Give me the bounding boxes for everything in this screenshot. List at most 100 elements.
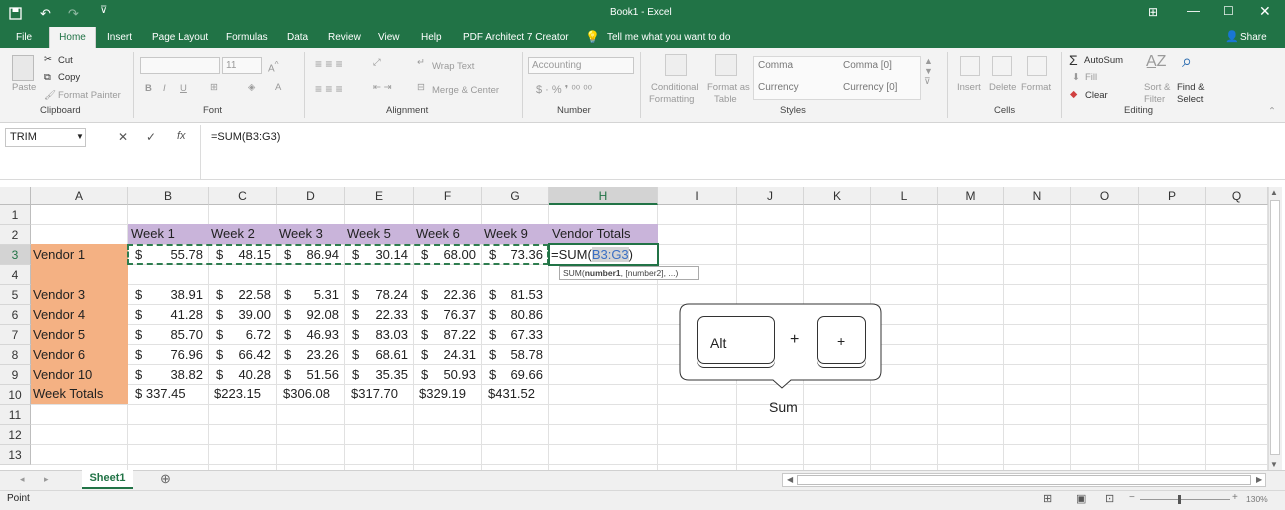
column-header-k[interactable]: K [804,187,871,205]
column-header-d[interactable]: D [277,187,345,205]
font-name-box[interactable] [140,57,220,74]
column-header-m[interactable]: M [938,187,1004,205]
vendor-label[interactable]: Vendor 4 [33,305,85,325]
tab-formulas[interactable]: Formulas [226,27,268,48]
data-cell[interactable]: $67.33 [482,325,549,345]
row-header-3[interactable]: 3 [0,245,31,265]
data-cell[interactable]: $76.37 [414,305,482,325]
close-icon[interactable]: ✕ [1259,3,1271,20]
column-header-a[interactable]: A [31,187,128,205]
header-week-2[interactable]: Week 2 [211,224,255,244]
format-cells-button[interactable]: Format [1021,82,1051,93]
data-cell[interactable]: $80.86 [482,305,549,325]
total-cell-c[interactable]: $223.15 [214,384,261,404]
insert-cells-icon[interactable] [960,56,980,76]
data-cell[interactable]: $39.00 [209,305,277,325]
data-cell[interactable]: $50.93 [414,365,482,385]
sort-filter-icon[interactable]: A̲Z [1146,53,1166,71]
vendor-label[interactable]: Vendor 3 [33,285,85,305]
data-cell[interactable]: $69.66 [482,365,549,385]
insert-cells-button[interactable]: Insert [957,82,981,93]
row-header-6[interactable]: 6 [0,305,31,325]
total-cell-g[interactable]: $431.52 [488,384,535,404]
column-header-q[interactable]: Q [1206,187,1268,205]
tab-file[interactable]: File [16,27,32,48]
data-cell[interactable]: $83.03 [345,325,414,345]
data-cell[interactable]: $85.70 [128,325,209,345]
data-cell[interactable]: $22.58 [209,285,277,305]
number-format-box[interactable]: Accounting [528,57,634,74]
style-comma-0[interactable]: Comma [0] [843,60,892,71]
scroll-left-icon[interactable]: ◀ [787,475,793,484]
new-sheet-icon[interactable]: ⊕ [160,471,171,487]
header-week-5[interactable]: Week 5 [347,224,391,244]
column-header-i[interactable]: I [658,187,737,205]
cancel-icon[interactable]: ✕ [118,130,128,144]
header-week-1[interactable]: Week 1 [131,224,175,244]
undo-icon[interactable]: ↶ [40,6,51,22]
data-cell[interactable]: $58.78 [482,345,549,365]
row-header-10[interactable]: 10 [0,385,31,405]
merge-center-button[interactable]: Merge & Center [432,85,499,96]
paste-button[interactable]: Paste [12,82,36,93]
bold-button[interactable]: B [145,83,152,94]
borders-icon[interactable]: ⊞ [210,82,218,93]
fill-color-icon[interactable]: ◈ [248,82,255,93]
row-header-1[interactable]: 1 [0,205,31,225]
vertical-scroll-thumb[interactable] [1270,200,1280,455]
header-week-6[interactable]: Week 6 [416,224,460,244]
style-comma[interactable]: Comma [758,60,793,71]
header-vendor-totals[interactable]: Vendor Totals [552,224,631,244]
italic-button[interactable]: I [163,83,166,94]
data-cell[interactable]: $68.61 [345,345,414,365]
data-cell[interactable]: $24.31 [414,345,482,365]
clear-button[interactable]: Clear [1085,90,1108,101]
redo-icon[interactable]: ↷ [68,6,79,22]
wrap-text-icon[interactable]: ↵ [417,57,425,68]
fill-button[interactable]: Fill [1085,72,1097,83]
horizontal-scroll-thumb[interactable] [797,475,1251,485]
paste-icon[interactable] [12,55,34,81]
column-header-c[interactable]: C [209,187,277,205]
zoom-level[interactable]: 130% [1246,494,1268,504]
zoom-out-icon[interactable]: − [1129,492,1135,503]
data-cell[interactable]: $38.82 [128,365,209,385]
scroll-up-icon[interactable]: ▲ [1270,188,1278,197]
page-break-view-icon[interactable]: ⊡ [1105,492,1114,505]
total-cell-b[interactable]: $ 337.45 [135,384,186,404]
header-week-3[interactable]: Week 3 [279,224,323,244]
scroll-right-icon[interactable]: ▶ [1256,475,1262,484]
total-cell-f[interactable]: $329.19 [419,384,466,404]
normal-view-icon[interactable]: ⊞ [1043,492,1052,505]
format-table-icon[interactable] [715,54,737,76]
font-color-icon[interactable]: A [275,82,281,93]
find-select-button[interactable]: Find & [1177,82,1204,93]
tab-page-layout[interactable]: Page Layout [152,27,208,48]
data-cell[interactable]: $22.36 [414,285,482,305]
tab-help[interactable]: Help [421,27,442,48]
data-cell[interactable]: $40.28 [209,365,277,385]
data-cell[interactable]: $41.28 [128,305,209,325]
style-currency-0[interactable]: Currency [0] [843,82,897,93]
column-header-l[interactable]: L [871,187,938,205]
data-cell[interactable]: $38.91 [128,285,209,305]
tab-data[interactable]: Data [287,27,308,48]
conditional-formatting-icon[interactable] [665,54,687,76]
zoom-slider-thumb[interactable] [1178,495,1181,504]
zoom-slider[interactable] [1140,499,1230,500]
enter-icon[interactable]: ✓ [146,130,156,144]
style-currency[interactable]: Currency [758,82,799,93]
insert-function-button[interactable]: fx [177,130,186,142]
share-button[interactable]: Share [1240,27,1267,48]
copy-icon[interactable]: ⧉ [44,72,51,83]
ribbon-display-icon[interactable]: ⊞ [1148,5,1158,19]
scroll-down-icon[interactable]: ▼ [1270,460,1278,469]
data-cell[interactable]: $76.96 [128,345,209,365]
underline-button[interactable]: U [180,83,187,94]
zoom-in-icon[interactable]: + [1232,492,1238,503]
row-header-4[interactable]: 4 [0,265,31,285]
row-header-8[interactable]: 8 [0,345,31,365]
format-as-table-button[interactable]: Format as [707,82,750,93]
total-cell-d[interactable]: $306.08 [283,384,330,404]
orientation-icon[interactable]: ⤢ [373,57,381,68]
